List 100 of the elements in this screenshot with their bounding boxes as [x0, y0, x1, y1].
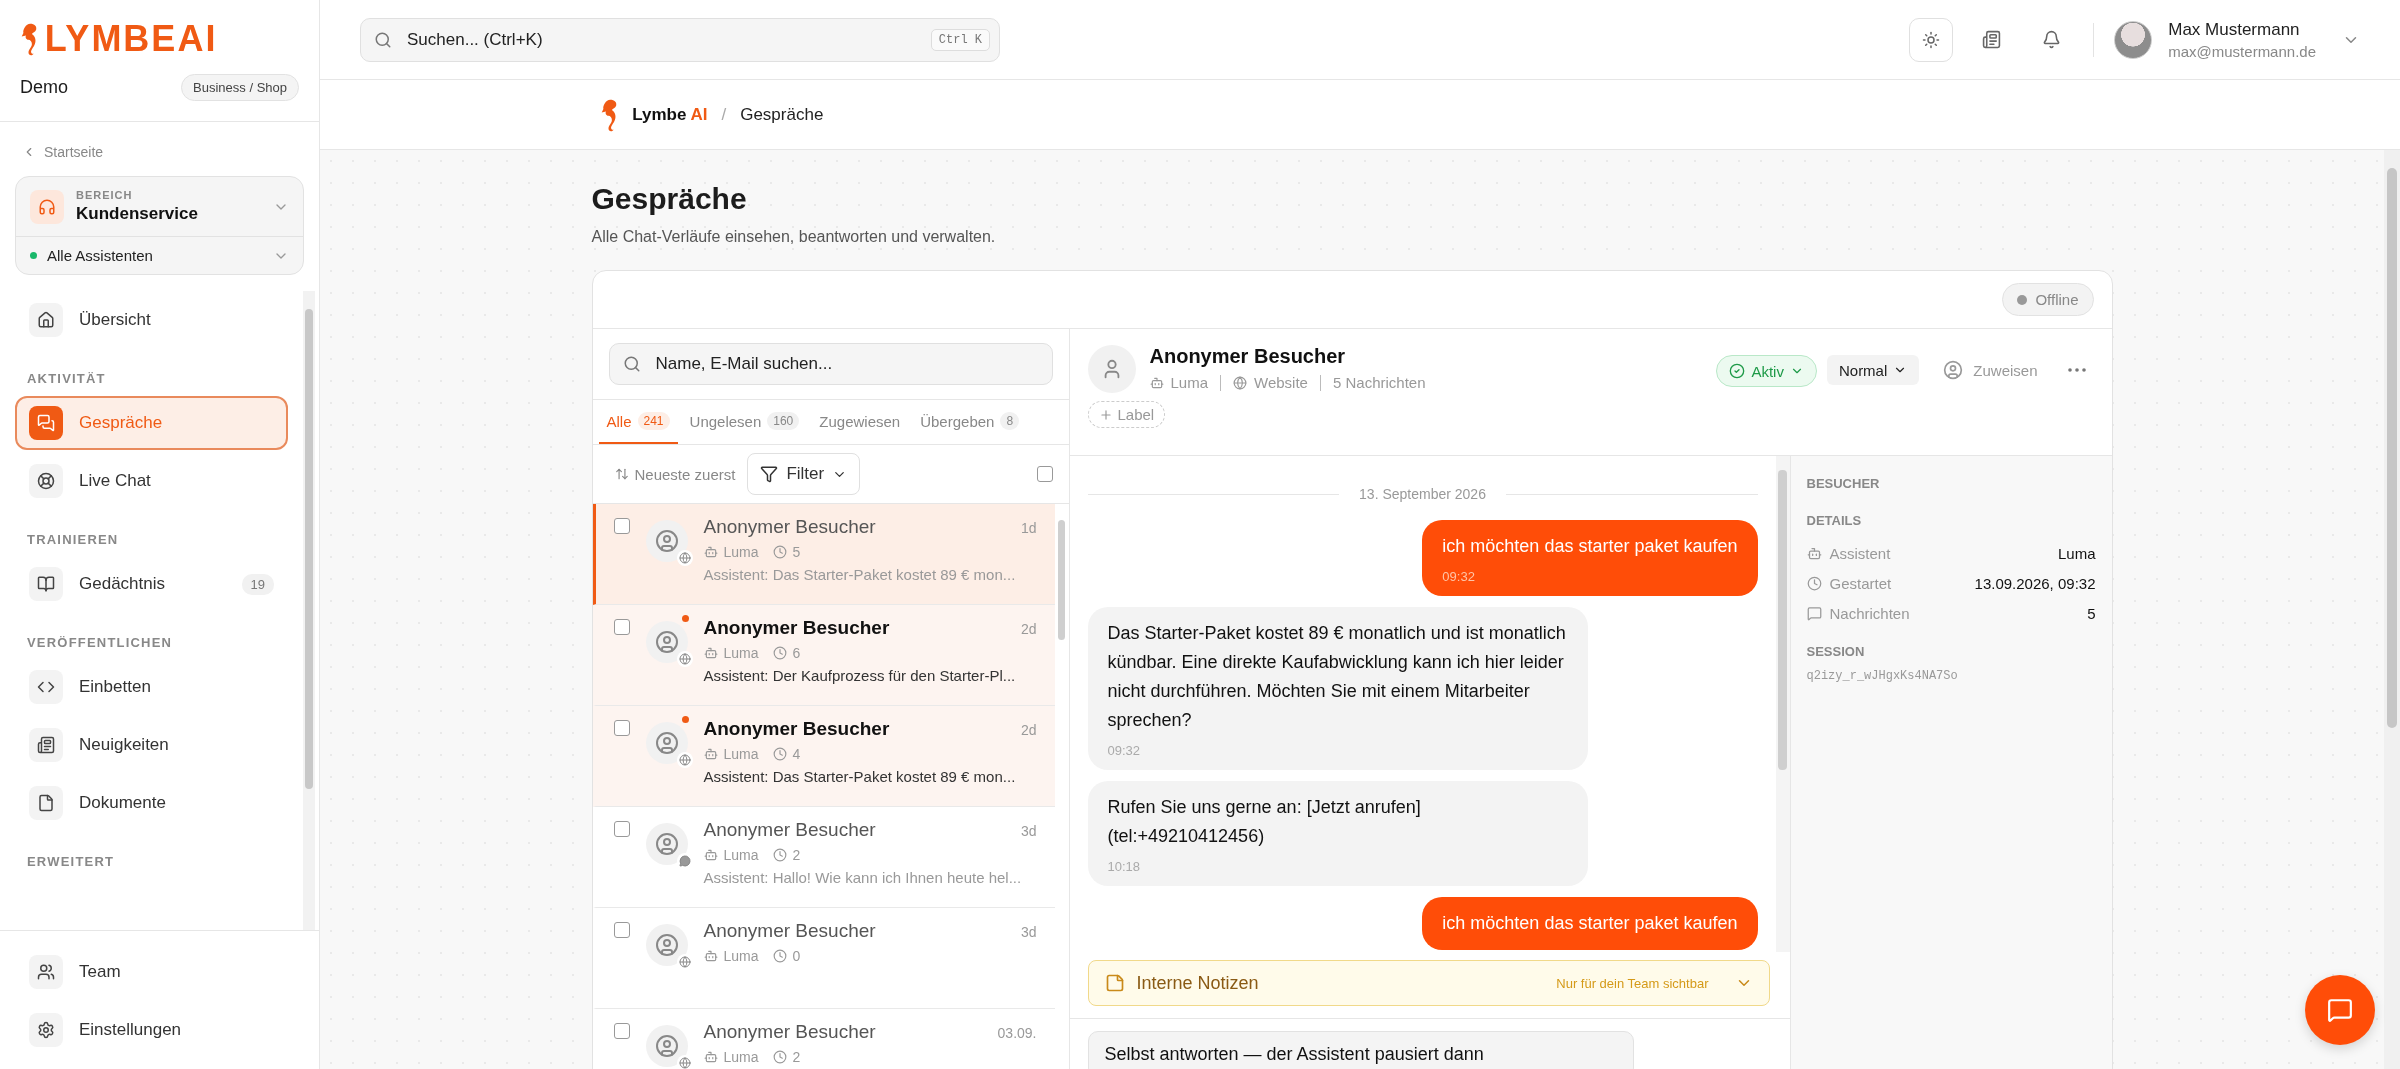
clock-icon [772, 545, 787, 559]
priority-dropdown[interactable]: Normal [1826, 355, 1920, 385]
settings-icon [29, 1013, 63, 1047]
sun-icon [1922, 30, 1941, 49]
clock-icon [772, 848, 787, 862]
check-circle-icon [1729, 363, 1746, 379]
bell-icon [2041, 30, 2061, 49]
clock-icon [772, 949, 787, 963]
chat-scrollbar[interactable] [1775, 456, 1790, 952]
area-selector[interactable]: BEREICH Kundenservice [16, 177, 303, 237]
assistant-name: Luma [723, 1049, 759, 1065]
workspace-name: Demo [20, 77, 68, 98]
avatar-icon [1087, 345, 1136, 393]
assistant-name: Luma [723, 746, 759, 762]
filter-tab[interactable]: Ungelesen 160 [681, 400, 808, 444]
bot-icon [703, 1050, 718, 1064]
bot-icon [1149, 375, 1164, 390]
section-heading: DETAILS [1806, 513, 1863, 528]
nav-item[interactable]: Übersicht [15, 293, 288, 347]
filter-button[interactable]: Filter [747, 453, 861, 495]
nav-item[interactable]: Gedächtnis 19 [15, 557, 288, 611]
bot-icon [1806, 545, 1822, 561]
checkbox[interactable] [613, 619, 630, 635]
visitor-name: Anonymer Besucher [703, 920, 876, 942]
nav-item[interactable]: Dokumente [15, 776, 288, 830]
avatar-icon [645, 1025, 688, 1067]
visitor-name: Anonymer Besucher [703, 819, 876, 841]
message-count: 5 [792, 544, 801, 560]
breadcrumb-separator: / [721, 104, 727, 125]
message-bubble: ich möchten das starter paket kaufen 09:32 [1422, 520, 1758, 596]
nav-heading: AKTIVITÄT [26, 370, 107, 388]
user-name: Max Mustermann [2168, 19, 2301, 40]
nav-item[interactable]: Einbetten [15, 660, 288, 714]
visitor-name: Anonymer Besucher [1149, 345, 1347, 368]
filter-tab[interactable]: Zugewiesen [811, 400, 909, 444]
nav-heading: TRAINIEREN [26, 531, 120, 549]
page-scrollbar[interactable] [2384, 150, 2400, 1069]
plan-badge: Business / Shop [181, 74, 299, 101]
checkbox[interactable] [613, 720, 630, 736]
code-icon [29, 670, 63, 704]
nav-item[interactable]: Team [15, 945, 304, 999]
assistant-name: Luma [723, 948, 759, 964]
note-icon [1104, 973, 1125, 993]
newspaper-icon [29, 728, 63, 762]
detail-label: Nachrichten [1829, 604, 1911, 622]
sort-icon [614, 467, 629, 481]
clock-icon [1806, 575, 1822, 591]
nav-item[interactable]: Live Chat [15, 454, 288, 508]
avatar-icon [645, 924, 688, 966]
plus-icon [1098, 407, 1113, 422]
notes-toggle[interactable]: Interne Notizen Nur für dein Team sichtbar [1087, 960, 1770, 1006]
reply-field[interactable]: Selbst antworten — der Assistent pausiert dann [1087, 1031, 1634, 1069]
checkbox[interactable] [613, 1023, 630, 1039]
conversation-item[interactable]: Anonymer Besucher 1d Luma 5 Assistent: Das Starter-Paket kostet 89 € mon... [592, 504, 1055, 605]
conversation-item[interactable]: Anonymer Besucher 2d Luma 6 Assistent: Der Kaufprozess für den Starter-Pl... [592, 605, 1055, 706]
chat-icon [2327, 997, 2353, 1023]
unread-dot [681, 716, 689, 723]
session-id: q2izy_r_wJHgxKs4NA7So [1806, 669, 1959, 683]
filter-tab[interactable]: Übergeben 8 [912, 400, 1028, 444]
visitor-name: Anonymer Besucher [703, 718, 890, 740]
avatar-icon [645, 520, 688, 562]
message-preview: Assistent: Hallo! Wie kann ich Ihnen heute hel... [703, 869, 1023, 886]
date-divider: 13. September 2026 [1359, 486, 1486, 502]
search-field[interactable]: Name, E-Mail suchen... [608, 343, 1053, 385]
message-icon [1806, 605, 1822, 621]
checkbox[interactable] [613, 922, 630, 938]
sort-button[interactable]: Neueste zuerst [614, 465, 736, 483]
breadcrumb-current: Gespräche [740, 104, 824, 125]
back-link[interactable]: Startseite [0, 122, 319, 176]
theme-button[interactable] [1909, 17, 1954, 62]
message-preview: Assistent: Das Starter-Paket kostet 89 € mon... [703, 768, 1017, 785]
user-avatar[interactable] [2114, 20, 2153, 59]
time-label: 2d [1020, 722, 1037, 738]
headset-icon [30, 189, 64, 224]
detail-label: Gestartet [1829, 574, 1893, 592]
message-bubble: ich möchten das starter paket kaufen [1422, 897, 1758, 950]
nav-item[interactable]: Einstellungen [15, 1003, 304, 1057]
filter-icon [760, 465, 779, 483]
assistant-selector[interactable]: Alle Assistenten [16, 237, 303, 274]
assistant-name: Luma [1170, 374, 1209, 391]
time-label: 03.09. [997, 1025, 1037, 1041]
user-email: max@mustermann.de [2168, 42, 2316, 60]
bot-icon [703, 545, 718, 559]
globe-icon [1233, 375, 1248, 390]
brand-name[interactable]: Lymbe AI [632, 104, 708, 125]
clock-icon [772, 646, 787, 660]
sidebar-scrollbar[interactable] [303, 291, 315, 930]
checkbox[interactable] [613, 518, 630, 534]
message-count: 0 [792, 948, 801, 964]
users-icon [29, 955, 63, 989]
checkbox[interactable] [613, 821, 630, 837]
chat-bubbles-icon [29, 406, 63, 440]
logo-text: LYMBEAI [44, 18, 218, 60]
unread-dot [681, 615, 689, 622]
nav-item[interactable]: Neuigkeiten [15, 718, 288, 772]
avatar-icon [645, 621, 688, 663]
status-label: Offline [2035, 291, 2079, 308]
file-icon [29, 786, 63, 820]
conversation-item[interactable]: Anonymer Besucher 2d Luma 4 Assistent: Das Starter-Paket kostet 89 € mon... [592, 706, 1055, 807]
checkbox[interactable] [1036, 466, 1053, 482]
